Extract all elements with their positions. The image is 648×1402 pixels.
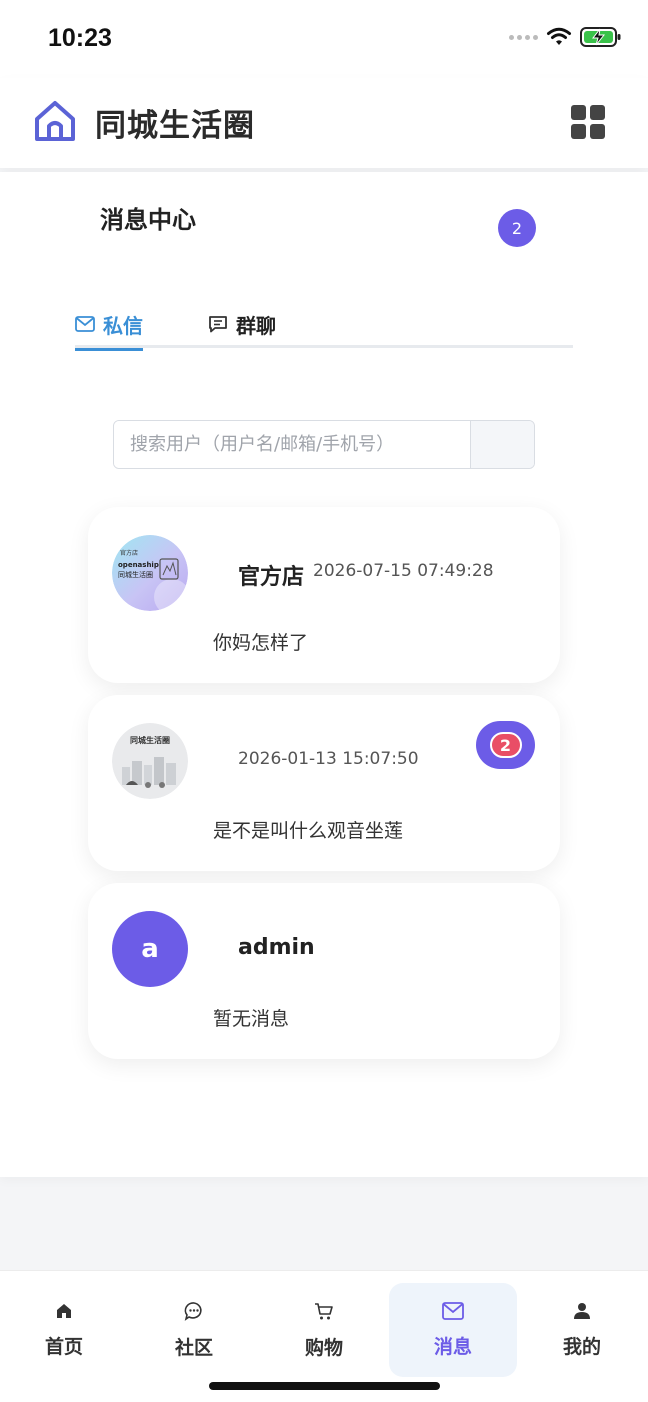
conversation-time: 2026-07-15 07:49:28 bbox=[313, 561, 494, 581]
cart-icon bbox=[315, 1302, 333, 1319]
city-avatar-image: 同城生活圈 bbox=[112, 723, 188, 799]
app-title: 同城生活圈 bbox=[95, 108, 255, 144]
status-icons bbox=[509, 26, 622, 48]
user-icon bbox=[574, 1302, 590, 1319]
avatar-text: 同城生活圈 bbox=[118, 570, 153, 579]
mail-icon bbox=[442, 1301, 464, 1320]
chat-bubble-icon bbox=[209, 316, 227, 333]
avatar-text: 同城生活圈 bbox=[130, 735, 170, 745]
app-header: 同城生活圈 bbox=[0, 78, 648, 168]
avatar: 同城生活圈 bbox=[112, 723, 188, 799]
home-icon bbox=[57, 1303, 71, 1318]
nav-label: 消息 bbox=[433, 1335, 472, 1358]
nav-label: 购物 bbox=[304, 1336, 343, 1359]
status-bar: 10:23 bbox=[0, 0, 648, 78]
grid-menu-icon[interactable] bbox=[570, 104, 606, 140]
conversation-preview: 是不是叫什么观音坐莲 bbox=[213, 820, 404, 842]
store-avatar-image: 官方店 openaship 同城生活圈 bbox=[112, 535, 188, 611]
battery-charging-icon bbox=[580, 27, 621, 47]
avatar: 官方店 openaship 同城生活圈 bbox=[112, 535, 188, 611]
cellular-signal-icon bbox=[509, 34, 538, 40]
nav-label: 我的 bbox=[562, 1335, 601, 1358]
avatar-text: openaship bbox=[118, 561, 159, 569]
unread-count: 2 bbox=[489, 732, 522, 758]
avatar-text: 官方店 bbox=[120, 549, 138, 557]
conversation-preview: 暂无消息 bbox=[213, 1008, 290, 1030]
nav-community[interactable]: 社区 bbox=[130, 1283, 258, 1377]
user-search bbox=[113, 420, 535, 469]
search-input[interactable] bbox=[114, 421, 470, 468]
nav-label: 社区 bbox=[174, 1336, 213, 1359]
home-logo-icon[interactable] bbox=[32, 98, 78, 144]
tab-label: 群聊 bbox=[236, 313, 276, 338]
nav-home[interactable]: 首页 bbox=[0, 1283, 128, 1377]
status-time: 10:23 bbox=[48, 24, 112, 52]
conversation-item[interactable]: a admin 暂无消息 bbox=[88, 883, 560, 1059]
home-indicator bbox=[209, 1382, 440, 1390]
tab-label: 私信 bbox=[103, 313, 143, 338]
conversation-name: 官方店 bbox=[238, 565, 305, 590]
conversation-item[interactable]: 同城生活圈 2026-01-13 15:07:50 是不是叫什么观音坐莲 2 bbox=[88, 695, 560, 871]
conversation-name: admin bbox=[238, 935, 315, 960]
message-tabs: 私信 群聊 bbox=[75, 300, 573, 351]
tab-group-chat[interactable]: 群聊 bbox=[208, 300, 276, 348]
avatar: a bbox=[112, 911, 188, 987]
nav-messages[interactable]: 消息 bbox=[389, 1283, 517, 1377]
conversation-preview: 你妈怎样了 bbox=[213, 632, 309, 654]
conversation-time: 2026-01-13 15:07:50 bbox=[238, 749, 419, 769]
search-button[interactable] bbox=[470, 421, 534, 468]
mail-icon bbox=[75, 316, 95, 332]
nav-profile[interactable]: 我的 bbox=[518, 1283, 646, 1377]
nav-label: 首页 bbox=[44, 1335, 83, 1358]
tab-private-messages[interactable]: 私信 bbox=[75, 300, 143, 351]
unread-count-badge: 2 bbox=[498, 209, 536, 247]
message-center-panel: 消息中心 2 私信 群聊 搜索用户（用户名/邮箱/手机号） 官方店 openas… bbox=[0, 172, 648, 1177]
page-title: 消息中心 bbox=[100, 206, 196, 234]
wifi-icon bbox=[547, 27, 571, 45]
comment-icon bbox=[184, 1301, 202, 1321]
nav-shopping[interactable]: 购物 bbox=[260, 1283, 388, 1377]
conversation-item[interactable]: 官方店 openaship 同城生活圈 官方店 2026-07-15 07:49… bbox=[88, 507, 560, 683]
unread-badge: 2 bbox=[476, 721, 535, 769]
